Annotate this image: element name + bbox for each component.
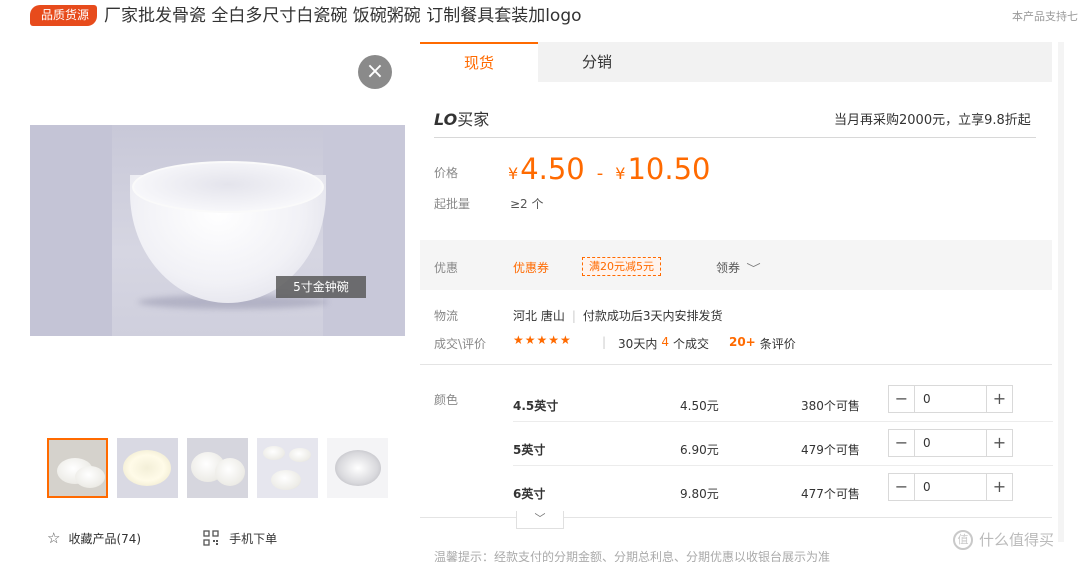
sku-price: 4.50元: [680, 399, 719, 413]
sku-name: 5英寸: [513, 443, 546, 457]
reviews-count[interactable]: 20+: [729, 335, 756, 352]
divider: [434, 137, 1036, 138]
thumbnail-2[interactable]: [117, 438, 178, 498]
logistics-info: 河北 唐山 | 付款成功后3天内安排发货: [513, 309, 723, 323]
buyer-level-prefix: LO: [434, 110, 458, 129]
sku-stock: 380个可售: [801, 399, 860, 413]
watermark-logo-icon: 值: [953, 529, 973, 550]
sku-name: 6英寸: [513, 487, 546, 501]
divider: [513, 421, 1053, 422]
price-range: ¥ 4.50 - ¥ 10.50: [508, 152, 710, 186]
deals-prefix: 30天内: [618, 337, 658, 351]
shipping-time: 付款成功后3天内安排发货: [582, 309, 723, 323]
bowl-rim: [132, 161, 324, 213]
price-low: 4.50: [520, 152, 585, 186]
sku-row: 4.5英寸 4.50元 380个可售 − 0 +: [513, 385, 1053, 430]
currency-symbol: ¥: [508, 164, 519, 183]
chevron-down-icon: ﹀: [746, 261, 761, 275]
mobile-order-label: 手机下单: [229, 531, 278, 546]
main-product-image[interactable]: 5寸金钟碗: [30, 125, 405, 336]
sku-name: 4.5英寸: [513, 399, 559, 413]
sku-row: 6英寸 9.80元 477个可售 − 0 +: [513, 473, 1013, 518]
sku-row: 5英寸 6.90元 479个可售 − 0 +: [513, 429, 1053, 474]
image-caption: 5寸金钟碗: [276, 276, 366, 298]
increase-button[interactable]: +: [986, 386, 1012, 412]
star-outline-icon: ☆: [47, 529, 61, 547]
moq-label: 起批量: [434, 197, 471, 211]
price-label: 价格: [434, 166, 459, 180]
reviews-suffix[interactable]: 条评价: [760, 335, 796, 352]
purchase-mode-tabs: 现货 分销: [420, 42, 1052, 82]
buyer-level-suffix: 买家: [457, 110, 490, 129]
tab-in-stock[interactable]: 现货: [420, 42, 538, 82]
moq-value: ≥2 个: [510, 197, 544, 211]
divider: [420, 517, 1052, 518]
thumbnail-1[interactable]: [47, 438, 108, 498]
sku-stock: 477个可售: [801, 487, 860, 501]
trade-review-label: 成交\评价: [434, 337, 487, 351]
thumbnail-strip: [47, 438, 388, 498]
installment-tip: 温馨提示：经款支付的分期金额、分期总利息、分期优惠以收银台展示为准: [434, 550, 831, 562]
coupon-tag[interactable]: 满20元减5元: [582, 257, 661, 276]
photo-backdrop-left: [30, 125, 112, 336]
sku-stock: 479个可售: [801, 443, 860, 457]
quantity-stepper: − 0 +: [888, 385, 1013, 413]
deals-count: 4: [661, 335, 669, 349]
sku-price: 6.90元: [680, 443, 719, 457]
claim-coupon-button[interactable]: 领券 ﹀: [716, 259, 761, 276]
deals-suffix: 个成交: [672, 337, 709, 351]
mobile-order-button[interactable]: 手机下单: [203, 530, 277, 547]
price-high: 10.50: [627, 152, 711, 186]
quantity-stepper: − 0 +: [888, 429, 1013, 457]
sku-price: 9.80元: [680, 487, 719, 501]
repurchase-promo: 当月再采购2000元，立享9.8折起: [834, 113, 1031, 128]
divider: [420, 364, 1052, 365]
discount-label: 优惠: [434, 261, 459, 275]
trade-stats: | 30天内 4 个成交 20+ 条评价: [602, 335, 796, 352]
decrease-button[interactable]: −: [889, 474, 915, 500]
close-icon[interactable]: ×: [358, 55, 392, 89]
increase-button[interactable]: +: [986, 430, 1012, 456]
thumbnail-5[interactable]: [327, 438, 388, 498]
quantity-stepper: − 0 +: [888, 473, 1013, 501]
increase-button[interactable]: +: [986, 474, 1012, 500]
product-actions: ☆ 收藏产品(74) 手机下单: [47, 529, 277, 547]
thumbnail-4[interactable]: [257, 438, 318, 498]
quantity-input[interactable]: 0: [915, 430, 986, 456]
price-separator: -: [596, 163, 604, 184]
qr-code-icon: [203, 530, 219, 546]
product-title: 厂家批发骨瓷 全白多尺寸白瓷碗 饭碗粥碗 订制餐具套装加logo: [104, 6, 582, 26]
ship-origin: 河北 唐山: [513, 309, 565, 323]
coupon-text: 优惠券: [513, 261, 550, 275]
logistics-label: 物流: [434, 309, 459, 323]
tab-distribution[interactable]: 分销: [538, 42, 656, 82]
quantity-input[interactable]: 0: [915, 386, 986, 412]
expand-more-button[interactable]: ﹀: [516, 511, 564, 529]
photo-backdrop-right: [323, 125, 405, 336]
rating-stars-icon: ★★★★★: [513, 333, 572, 347]
decrease-button[interactable]: −: [889, 430, 915, 456]
support-note: 本产品支持七: [1012, 10, 1078, 23]
watermark-text: 什么值得买: [979, 531, 1055, 549]
site-watermark: 值 什么值得买: [953, 529, 1054, 550]
scrollbar[interactable]: [1058, 42, 1064, 542]
divider: [513, 465, 1053, 466]
currency-symbol: ¥: [615, 164, 626, 183]
favorite-label: 收藏产品(74): [68, 531, 142, 546]
buyer-level-logo: LO买家: [434, 106, 489, 130]
color-label: 颜色: [434, 393, 459, 407]
claim-coupon-label: 领券: [716, 261, 741, 275]
quality-source-badge: 品质货源: [30, 5, 98, 26]
quantity-input[interactable]: 0: [915, 474, 986, 500]
thumbnail-3[interactable]: [187, 438, 248, 498]
favorite-button[interactable]: ☆ 收藏产品(74): [47, 529, 141, 547]
decrease-button[interactable]: −: [889, 386, 915, 412]
